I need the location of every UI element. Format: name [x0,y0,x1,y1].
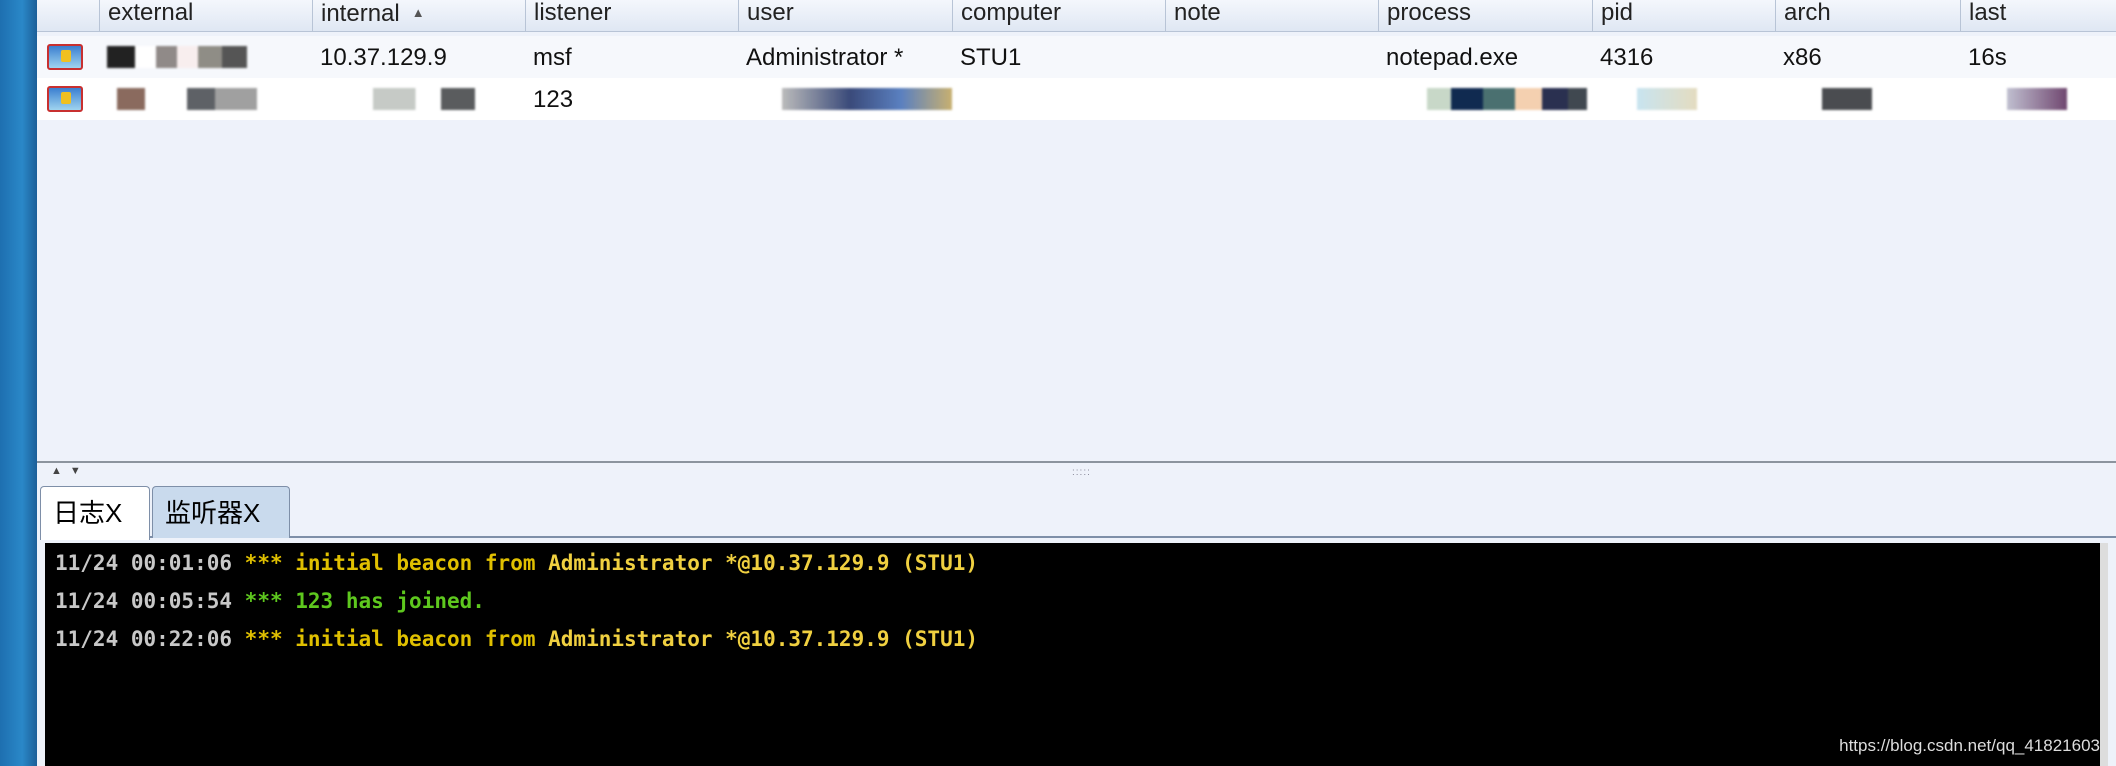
redacted-internal [322,88,492,110]
table-header: external internal ▲ listener user compute… [37,0,2116,32]
table-row[interactable]: 10.37.129.9 msf Administrator * STU1 not… [37,36,2116,78]
beacon-window: external internal ▲ listener user compute… [37,0,2116,766]
header-user[interactable]: user [738,0,952,32]
header-label: last [1969,0,2007,26]
header-internal[interactable]: internal ▲ [312,0,525,32]
log-marker: *** [244,551,283,575]
cell-note [1165,36,1173,78]
header-label: pid [1601,0,1634,26]
header-label: process [1387,0,1472,26]
console-scrollbar[interactable] [2100,543,2108,766]
redacted-pid [1637,88,1697,110]
cell-pid: 4316 [1600,44,1654,71]
log-message: initial beacon from [295,627,536,651]
cell-listener: 123 [533,86,574,113]
cell-internal: 10.37.129.9 [320,44,447,71]
header-pid[interactable]: pid [1592,0,1775,32]
header-label: note [1174,0,1221,26]
collapse-arrows-icon[interactable]: ▲▼ [51,465,89,477]
redacted-process [1427,88,1587,110]
log-line: 11/24 00:22:06 *** initial beacon from A… [55,627,978,651]
sort-ascending-icon: ▲ [411,5,425,20]
windows-beacon-icon [47,44,83,70]
cell-process: notepad.exe [1386,44,1519,71]
redacted-last [2007,88,2067,110]
header-last[interactable]: last [1960,0,2116,32]
beacon-table: external internal ▲ listener user compute… [37,0,2116,463]
log-source: Administrator *@10.37.129.9 (STU1) [548,551,979,575]
log-line: 11/24 00:05:54 *** 123 has joined. [55,589,485,613]
log-marker: *** [244,627,283,651]
redacted-external [117,88,257,110]
drag-grip-icon[interactable]: ::::: [1072,467,1091,478]
watermark: https://blog.csdn.net/qq_41821603 [1839,736,2100,755]
header-label: external [108,0,194,26]
header-label: arch [1784,0,1831,26]
header-label: internal [321,0,400,27]
redacted-arch [1822,88,1872,110]
log-message: 123 has joined. [295,589,485,613]
table-row[interactable]: 123 [37,78,2116,120]
tab-listeners[interactable]: 监听器X [152,486,290,538]
log-time: 11/24 00:22:06 [55,627,233,651]
desktop-edge [0,0,37,766]
redacted-external [107,46,247,68]
header-computer[interactable]: computer [952,0,1165,32]
header-listener[interactable]: listener [525,0,738,32]
log-line: 11/24 00:01:06 *** initial beacon from A… [55,551,978,575]
cell-computer: STU1 [960,44,1022,71]
cell-user: Administrator * [746,44,904,71]
log-marker: *** [244,589,283,613]
redacted-user [782,88,952,110]
log-source: Administrator *@10.37.129.9 (STU1) [548,627,979,651]
log-message: initial beacon from [295,551,536,575]
log-time: 11/24 00:05:54 [55,589,233,613]
header-external[interactable]: external [99,0,312,32]
cell-last: 16s [1968,44,2007,71]
header-label: computer [961,0,1062,26]
header-label: user [747,0,794,26]
header-note[interactable]: note [1165,0,1378,32]
tab-bar: 日志X 监听器X [40,486,2116,540]
header-process[interactable]: process [1378,0,1592,32]
cell-arch: x86 [1783,44,1822,71]
windows-beacon-icon [47,86,83,112]
cell-listener: msf [533,44,572,71]
split-pane-divider[interactable]: ▲▼ ::::: [37,465,2116,481]
log-time: 11/24 00:01:06 [55,551,233,575]
event-log-console[interactable]: 11/24 00:01:06 *** initial beacon from A… [45,543,2108,766]
header-arch[interactable]: arch [1775,0,1960,32]
tab-log[interactable]: 日志X [40,486,150,540]
header-label: listener [534,0,612,26]
header-icon-column[interactable] [37,0,99,32]
